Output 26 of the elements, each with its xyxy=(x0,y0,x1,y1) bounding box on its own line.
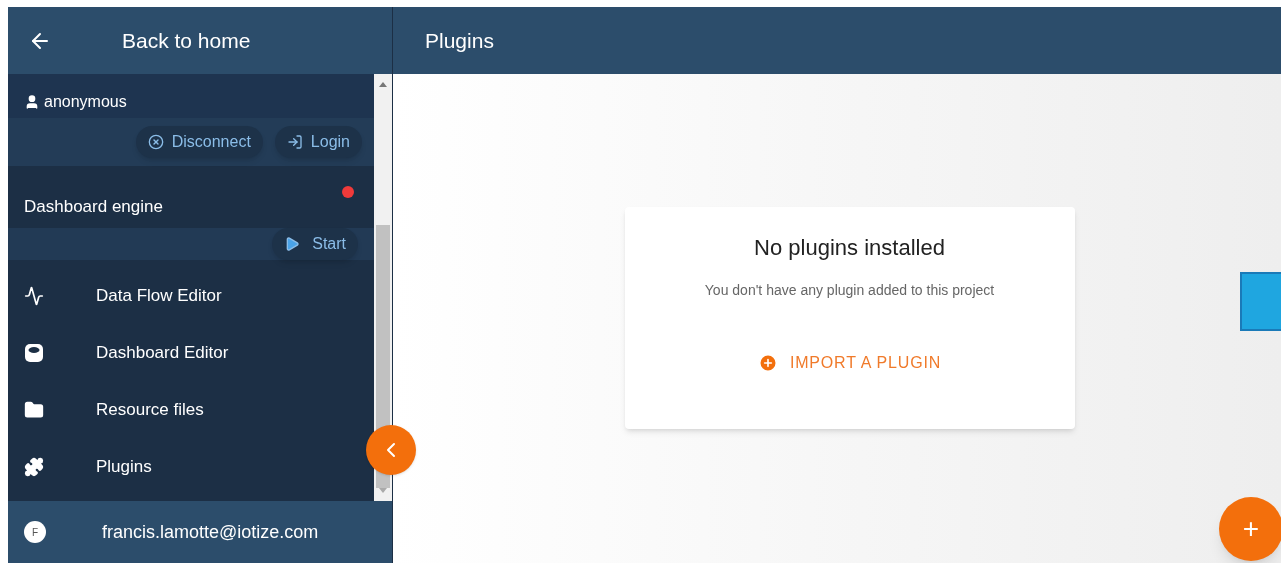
line-chart-icon xyxy=(24,286,44,306)
plus-circle-icon xyxy=(758,353,778,373)
account-email: francis.lamotte@iotize.com xyxy=(102,520,319,544)
disconnect-button[interactable]: Disconnect xyxy=(135,126,263,158)
play-icon xyxy=(284,235,301,252)
scrollbar[interactable] xyxy=(374,74,392,501)
login-icon xyxy=(286,134,303,150)
start-button[interactable]: Start xyxy=(272,227,358,260)
nav-item[interactable]: Data Flow Editor xyxy=(8,267,238,325)
puzzle-icon xyxy=(24,457,44,477)
empty-message: You don't have any plugin added to this project xyxy=(704,281,995,300)
nav-item[interactable]: Plugins xyxy=(8,438,168,496)
nav-item[interactable]: Dashboard Editor xyxy=(8,324,245,382)
close-circle-icon xyxy=(147,134,164,150)
folder-icon xyxy=(24,400,44,420)
empty-title: No plugins installed xyxy=(754,234,945,262)
engine-title: Dashboard engine xyxy=(24,196,163,218)
scroll-down-arrow-icon[interactable] xyxy=(379,488,387,493)
login-button[interactable]: Login xyxy=(274,126,362,158)
back-button[interactable]: Back to home xyxy=(8,7,392,74)
scroll-up-arrow-icon[interactable] xyxy=(379,82,387,87)
user-name: anonymous xyxy=(44,92,127,112)
page-title: Plugins xyxy=(425,27,494,54)
user-icon xyxy=(24,94,40,110)
nav-item[interactable]: Resource files xyxy=(8,381,220,439)
avatar: F xyxy=(24,521,46,543)
